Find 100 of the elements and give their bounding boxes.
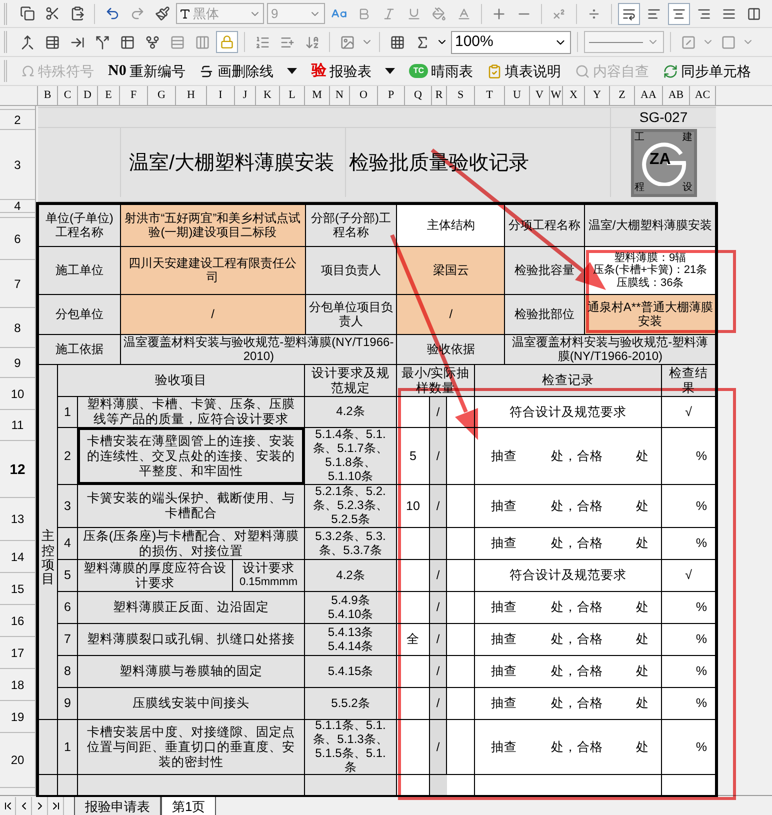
toolbar-button[interactable]: 验 报验表 [305, 59, 378, 83]
row-header[interactable]: 14 [0, 541, 35, 573]
toolbar-button[interactable]: TC 晴雨表 [403, 59, 480, 83]
zoom-select[interactable]: 100% [451, 30, 571, 54]
actual-sample-count[interactable] [447, 656, 475, 688]
blank-cell[interactable] [475, 775, 662, 795]
field-value[interactable]: 射洪市“五好两宜”和美乡村试点试验(一期)建设项目二标段 [120, 205, 306, 247]
field-value[interactable]: 梁国云 [397, 247, 506, 295]
field-value[interactable]: 四川天安建建设工程有限责任公司 [120, 247, 306, 295]
column-header[interactable]: E [98, 86, 120, 105]
caret-icon[interactable] [385, 68, 396, 74]
column-header[interactable]: N [330, 86, 350, 105]
column-header[interactable]: B [38, 86, 58, 105]
sample-count[interactable]: 全 [397, 624, 430, 656]
row-header[interactable]: 8 [0, 308, 35, 348]
column-header[interactable]: D [78, 86, 98, 105]
sheet-tab[interactable]: 报验申请表 [74, 796, 161, 815]
column-header[interactable]: S [447, 86, 475, 105]
row-header[interactable]: 20 [0, 733, 35, 788]
column-header[interactable]: J [235, 86, 256, 105]
actual-sample-count[interactable] [447, 688, 475, 720]
wrap-text-icon[interactable] [618, 2, 640, 24]
sample-count[interactable] [397, 560, 430, 592]
inspection-result[interactable]: % [662, 688, 716, 720]
field-value[interactable]: 主体结构 [397, 205, 506, 247]
toolbar-button[interactable]: 画删除线 [193, 59, 280, 83]
row-header[interactable]: 6 [0, 218, 35, 260]
row-header[interactable]: 10 [0, 378, 35, 410]
line-style-select[interactable] [584, 31, 664, 53]
sample-count[interactable] [397, 720, 430, 775]
blank-cell[interactable] [430, 775, 447, 795]
toolbar-button[interactable]: 同步单元格 [657, 59, 758, 83]
column-header[interactable]: W [550, 86, 563, 105]
column-header[interactable]: K [256, 86, 280, 105]
field-value[interactable]: / [120, 295, 306, 335]
column-header[interactable]: Q [405, 86, 432, 105]
inspection-result[interactable]: % [662, 528, 716, 560]
column-header[interactable]: M [305, 86, 330, 105]
field-value[interactable]: 温室覆盖材料安装与验收规范-塑料薄膜(NY/T1966-2010) [505, 335, 716, 365]
blank-cell[interactable] [39, 720, 58, 775]
inspection-result[interactable]: % [662, 485, 716, 528]
inspection-record[interactable]: 符合设计及规范要求 [475, 397, 662, 428]
row-header[interactable]: 2 [0, 110, 35, 130]
sample-count[interactable]: 5 [397, 428, 430, 485]
blank-cell[interactable] [662, 775, 716, 795]
column-header[interactable]: Y [585, 86, 610, 105]
row-header[interactable]: 3 [0, 130, 35, 200]
row-header[interactable]: 13 [0, 498, 35, 541]
row-header[interactable]: 16 [0, 605, 35, 637]
column-header[interactable]: T [475, 86, 505, 105]
column-header[interactable]: V [530, 86, 550, 105]
toolbar-button[interactable]: N0 重新编号 [102, 59, 192, 83]
inspection-result[interactable]: % [662, 720, 716, 775]
actual-sample-count[interactable] [447, 560, 475, 592]
sample-count[interactable] [397, 397, 430, 428]
column-header[interactable]: F [120, 86, 148, 105]
inspection-result[interactable]: √ [662, 397, 716, 428]
row-header[interactable]: 11 [0, 410, 35, 441]
actual-sample-count[interactable] [447, 528, 475, 560]
field-value[interactable]: 通泉村A**普通大棚薄膜安装 [585, 295, 716, 335]
column-header[interactable]: O [350, 86, 378, 105]
column-header[interactable]: G [148, 86, 176, 105]
inspection-result[interactable]: % [662, 592, 716, 624]
column-header[interactable]: P [378, 86, 405, 105]
inspection-result[interactable]: √ [662, 560, 716, 592]
actual-sample-count[interactable] [447, 592, 475, 624]
column-header[interactable]: AB [663, 86, 690, 105]
blank-cell[interactable] [397, 775, 430, 795]
row-header[interactable]: 18 [0, 669, 35, 701]
column-header[interactable]: C [58, 86, 78, 105]
row-header[interactable]: 12 [0, 441, 35, 498]
field-value[interactable]: / [397, 295, 506, 335]
row-header[interactable]: 9 [0, 348, 35, 378]
row-header[interactable]: 15 [0, 573, 35, 605]
column-header[interactable]: H [176, 86, 207, 105]
inspection-result[interactable]: % [662, 656, 716, 688]
sample-count[interactable] [397, 592, 430, 624]
row-header[interactable]: 7 [0, 260, 35, 308]
inspection-result[interactable]: % [662, 428, 716, 485]
field-value[interactable]: 温室覆盖材料安装与验收规范-塑料薄膜(NY/T1966-2010) [120, 335, 398, 365]
sheet-tab[interactable]: 第1页 [161, 796, 216, 815]
actual-sample-count[interactable] [447, 428, 475, 485]
sample-count[interactable]: 10 [397, 485, 430, 528]
sample-count[interactable] [397, 688, 430, 720]
column-header[interactable]: AA [635, 86, 663, 105]
inspection-record[interactable]: 符合设计及规范要求 [475, 560, 662, 592]
row-header[interactable]: 19 [0, 701, 35, 733]
column-header[interactable]: Z [610, 86, 635, 105]
field-value[interactable]: 温室/大棚塑料薄膜安装 [585, 205, 716, 247]
column-header[interactable]: L [280, 86, 305, 105]
column-header[interactable]: U [505, 86, 530, 105]
column-header[interactable]: AC [690, 86, 716, 105]
row-header[interactable]: 17 [0, 637, 35, 669]
row-header[interactable]: 4 [0, 200, 35, 213]
align-center-icon[interactable] [668, 2, 690, 24]
actual-sample-count[interactable] [447, 720, 475, 775]
caret-icon[interactable] [287, 68, 298, 74]
toolbar-button[interactable]: 填表说明 [481, 59, 568, 83]
sample-count[interactable] [397, 656, 430, 688]
column-header[interactable]: R [432, 86, 447, 105]
